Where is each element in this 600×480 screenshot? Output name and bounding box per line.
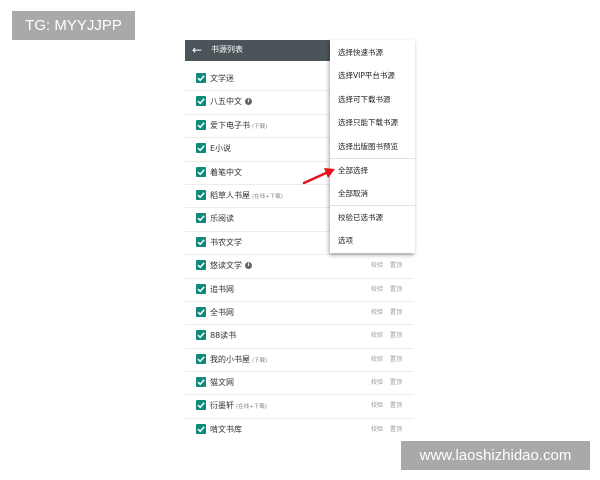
source-name-label: 爱下电子书 bbox=[210, 120, 250, 130]
verify-button[interactable]: 校验 bbox=[371, 372, 383, 393]
menu-item-deselect-all[interactable]: 全部取消 bbox=[338, 188, 368, 200]
source-name-label: 稻草人书屋 bbox=[210, 190, 250, 200]
menu-item-select-all[interactable]: 全部选择 bbox=[338, 165, 368, 177]
pin-to-top-button[interactable]: 置顶 bbox=[390, 349, 402, 370]
source-row[interactable]: 全书网 校验 置顶 bbox=[185, 302, 414, 326]
source-mode-tag: (下载) bbox=[252, 123, 268, 130]
source-row[interactable]: 猫文网 校验 置顶 bbox=[185, 372, 414, 396]
source-row[interactable]: 88读书 校验 置顶 bbox=[185, 325, 414, 349]
source-row[interactable]: 我的小书屋 (下载) 校验 置顶 bbox=[185, 349, 414, 373]
checkbox-checked-icon[interactable] bbox=[196, 260, 206, 271]
source-mode-tag: (在线+下载) bbox=[236, 404, 267, 411]
menu-item-select-published-preview[interactable]: 选择出版图书预览 bbox=[338, 141, 398, 153]
source-name: 88读书 bbox=[210, 325, 236, 346]
menu-item-select-vip[interactable]: 选择VIP平台书源 bbox=[338, 70, 395, 82]
menu-item-verify-selected[interactable]: 校验已选书源 bbox=[338, 212, 383, 224]
checkbox-checked-icon[interactable] bbox=[196, 236, 206, 247]
source-name: 稻草人书屋 (在线+下载) bbox=[210, 185, 283, 208]
checkbox-checked-icon[interactable] bbox=[196, 73, 206, 83]
source-name: 文学迷 bbox=[210, 68, 234, 89]
checkbox-checked-icon[interactable] bbox=[196, 166, 206, 177]
source-name: 啃文书库 bbox=[210, 419, 242, 440]
source-name-label: 衍墨轩 bbox=[210, 401, 234, 411]
source-name: 着笔中文 bbox=[210, 162, 242, 183]
source-name-label: 猫文网 bbox=[210, 378, 234, 388]
menu-divider bbox=[330, 205, 415, 206]
source-name: 我的小书屋 (下载) bbox=[210, 349, 267, 372]
checkbox-checked-icon[interactable] bbox=[196, 330, 206, 341]
pin-to-top-button[interactable]: 置顶 bbox=[390, 325, 402, 346]
verify-button[interactable]: 校验 bbox=[371, 349, 383, 370]
checkbox-checked-icon[interactable] bbox=[196, 306, 206, 317]
source-name: 猫文网 bbox=[210, 372, 234, 393]
checkbox-checked-icon[interactable] bbox=[196, 213, 206, 224]
source-name: 衍墨轩 (在线+下载) bbox=[210, 395, 267, 418]
source-name: 乐阅读 bbox=[210, 208, 234, 229]
checkbox-checked-icon[interactable] bbox=[196, 353, 206, 364]
source-name-label: 88读书 bbox=[210, 331, 237, 341]
verify-button[interactable]: 校验 bbox=[371, 419, 383, 440]
source-name-label: 乐阅读 bbox=[210, 214, 234, 224]
source-name-label: 文学迷 bbox=[210, 74, 234, 83]
source-row[interactable]: 追书网 校验 置顶 bbox=[185, 279, 414, 302]
source-name: E小说 bbox=[210, 138, 231, 159]
checkbox-checked-icon[interactable] bbox=[196, 189, 206, 200]
verify-button[interactable]: 校验 bbox=[371, 302, 383, 323]
source-name-label: 全书网 bbox=[210, 307, 234, 317]
watermark-bottom-right: www.laoshizhidao.com bbox=[401, 441, 590, 470]
source-name-label: 着笔中文 bbox=[210, 167, 242, 177]
source-name: 爱下电子书 (下载) bbox=[210, 115, 267, 138]
info-icon[interactable]: i bbox=[245, 98, 252, 106]
checkbox-checked-icon[interactable] bbox=[196, 119, 206, 130]
verify-button[interactable]: 校验 bbox=[371, 255, 383, 276]
source-name-label: 啃文书库 bbox=[210, 424, 242, 434]
source-name: 书农文学 bbox=[210, 232, 242, 253]
pin-to-top-button[interactable]: 置顶 bbox=[390, 419, 402, 440]
source-name-label: 悠读文学 bbox=[210, 261, 242, 271]
watermark-top-left: TG: MYYJJPP bbox=[12, 11, 135, 40]
source-name-label: 追书网 bbox=[210, 284, 234, 294]
source-mode-tag: (下载) bbox=[252, 357, 268, 364]
checkbox-checked-icon[interactable] bbox=[196, 423, 206, 434]
checkbox-checked-icon[interactable] bbox=[196, 143, 206, 154]
checkbox-checked-icon[interactable] bbox=[196, 96, 206, 107]
pin-to-top-button[interactable]: 置顶 bbox=[390, 395, 402, 416]
source-row[interactable]: 衍墨轩 (在线+下载) 校验 置顶 bbox=[185, 395, 414, 419]
checkbox-checked-icon[interactable] bbox=[196, 400, 206, 411]
menu-item-select-download-only[interactable]: 选择只能下载书源 bbox=[338, 117, 398, 129]
menu-item-select-fast[interactable]: 选择快速书源 bbox=[338, 47, 383, 59]
source-name-label: 八五中文 bbox=[210, 97, 242, 107]
source-row[interactable]: 悠读文学 i 校验 置顶 bbox=[185, 255, 414, 279]
source-name: 追书网 bbox=[210, 279, 234, 300]
source-name-label: 书农文学 bbox=[210, 237, 242, 247]
source-name-label: 我的小书屋 bbox=[210, 354, 250, 364]
checkbox-checked-icon[interactable] bbox=[196, 377, 206, 388]
menu-item-select-downloadable[interactable]: 选择可下载书源 bbox=[338, 94, 391, 106]
source-name: 八五中文 i bbox=[210, 91, 252, 112]
watermark-text: www.laoshizhidao.com bbox=[419, 447, 572, 464]
source-mode-tag: (在线+下载) bbox=[252, 193, 283, 200]
pin-to-top-button[interactable]: 置顶 bbox=[390, 279, 402, 300]
verify-button[interactable]: 校验 bbox=[371, 395, 383, 416]
pin-to-top-button[interactable]: 置顶 bbox=[390, 372, 402, 393]
pin-to-top-button[interactable]: 置顶 bbox=[390, 302, 402, 323]
verify-button[interactable]: 校验 bbox=[371, 325, 383, 346]
source-name: 全书网 bbox=[210, 302, 234, 323]
pin-to-top-button[interactable]: 置顶 bbox=[390, 255, 402, 276]
menu-divider bbox=[330, 158, 415, 159]
source-name: 悠读文学 i bbox=[210, 255, 252, 276]
overflow-menu: 选择快速书源 选择VIP平台书源 选择可下载书源 选择只能下载书源 选择出版图书… bbox=[330, 40, 415, 253]
info-icon[interactable]: i bbox=[245, 262, 252, 270]
page-title: 书源列表 bbox=[211, 45, 243, 54]
verify-button[interactable]: 校验 bbox=[371, 279, 383, 300]
menu-item-options[interactable]: 选项 bbox=[338, 235, 353, 247]
watermark-text: TG: MYYJJPP bbox=[25, 17, 122, 34]
red-arrow-icon bbox=[302, 168, 335, 185]
arrow-left-icon[interactable]: ← bbox=[192, 41, 202, 59]
source-name-label: E小说 bbox=[210, 144, 232, 154]
source-row[interactable]: 啃文书库 校验 置顶 bbox=[185, 419, 414, 440]
checkbox-checked-icon[interactable] bbox=[196, 283, 206, 294]
